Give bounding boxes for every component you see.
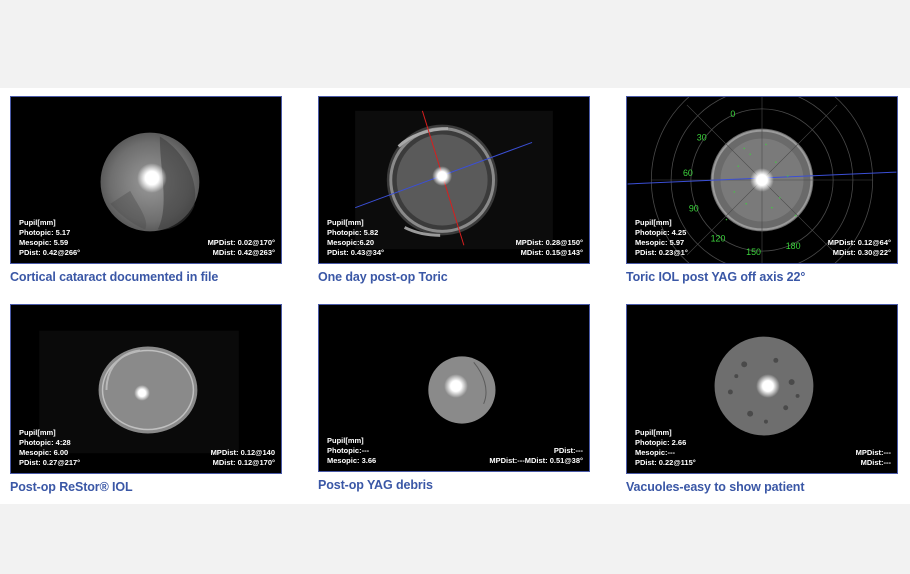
page: Pupil[mm] Photopic: 5.17 Mesopic: 5.59 P…: [0, 0, 910, 574]
eye-image: Pupil[mm] Photopic: 2.66 Mesopic:--- PDi…: [626, 304, 898, 474]
distance-readout: MPDist: 0.12@140 MDist: 0.12@170°: [210, 448, 275, 467]
caption: Cortical cataract documented in file: [10, 270, 219, 284]
pupil-readout: Pupil[mm] Photopic:--- Mesopic: 3.66: [327, 436, 377, 465]
panel-vacuoles: Pupil[mm] Photopic: 2.66 Mesopic:--- PDi…: [626, 304, 898, 494]
caption: Post-op YAG debris: [318, 478, 433, 492]
eye-image: Pupil[mm] Photopic:--- Mesopic: 3.66 PDi…: [318, 304, 590, 472]
axis-label: 30: [697, 132, 707, 142]
axis-label: 0: [730, 109, 735, 119]
caption: Toric IOL post YAG off axis 22°: [626, 270, 806, 284]
image-grid: Pupil[mm] Photopic: 5.17 Mesopic: 5.59 P…: [0, 88, 910, 504]
panel-yag-debris: Pupil[mm] Photopic:--- Mesopic: 3.66 PDi…: [318, 304, 590, 492]
distance-readout: MPDist: 0.12@64° MDist: 0.30@22°: [827, 238, 891, 257]
eye-image: Pupil[mm] Photopic: 5.82 Mesopic:6.20 PD…: [318, 96, 590, 264]
pupil-readout: Pupil[mm] Photopic: 4.25 Mesopic: 5.97 P…: [635, 218, 688, 257]
distance-readout: MPDist: 0.28@150° MDist: 0.15@143°: [515, 238, 583, 257]
pupil-readout: Pupil[mm] Photopic: 2.66 Mesopic:--- PDi…: [635, 428, 696, 467]
caption: One day post-op Toric: [318, 270, 448, 284]
panel-cortical-cataract: Pupil[mm] Photopic: 5.17 Mesopic: 5.59 P…: [10, 96, 282, 284]
pupil-readout: Pupil[mm] Photopic: 5.82 Mesopic:6.20 PD…: [327, 218, 385, 257]
caption: Vacuoles-easy to show patient: [626, 480, 805, 494]
distance-readout: MPDist: 0.02@170° MDist: 0.42@263°: [207, 238, 275, 257]
panel-restor-iol: Pupil[mm] Photopic: 4:28 Mesopic: 6.00 P…: [10, 304, 282, 494]
axis-label: 60: [683, 168, 693, 178]
distance-readout: PDist:--- MPDist:---MDist: 0.51@38°: [489, 446, 583, 465]
eye-image: 0 30 60 90 120 150 180 Pupil[mm] Photopi…: [626, 96, 898, 264]
axis-label: 150: [746, 247, 761, 257]
axis-label: 180: [786, 241, 801, 251]
pupil-readout: Pupil[mm] Photopic: 4:28 Mesopic: 6.00 P…: [19, 428, 81, 467]
panel-post-op-toric: Pupil[mm] Photopic: 5.82 Mesopic:6.20 PD…: [318, 96, 590, 284]
distance-readout: MPDist:--- MDist:---: [855, 448, 891, 467]
panel-toric-iol-yag: 0 30 60 90 120 150 180 Pupil[mm] Photopi…: [626, 96, 898, 284]
eye-image: Pupil[mm] Photopic: 4:28 Mesopic: 6.00 P…: [10, 304, 282, 474]
caption: Post-op ReStor® IOL: [10, 480, 133, 494]
eye-image: Pupil[mm] Photopic: 5.17 Mesopic: 5.59 P…: [10, 96, 282, 264]
pupil-readout: Pupil[mm] Photopic: 5.17 Mesopic: 5.59 P…: [19, 218, 81, 257]
axis-label: 120: [711, 233, 726, 243]
axis-label: 90: [689, 204, 699, 214]
